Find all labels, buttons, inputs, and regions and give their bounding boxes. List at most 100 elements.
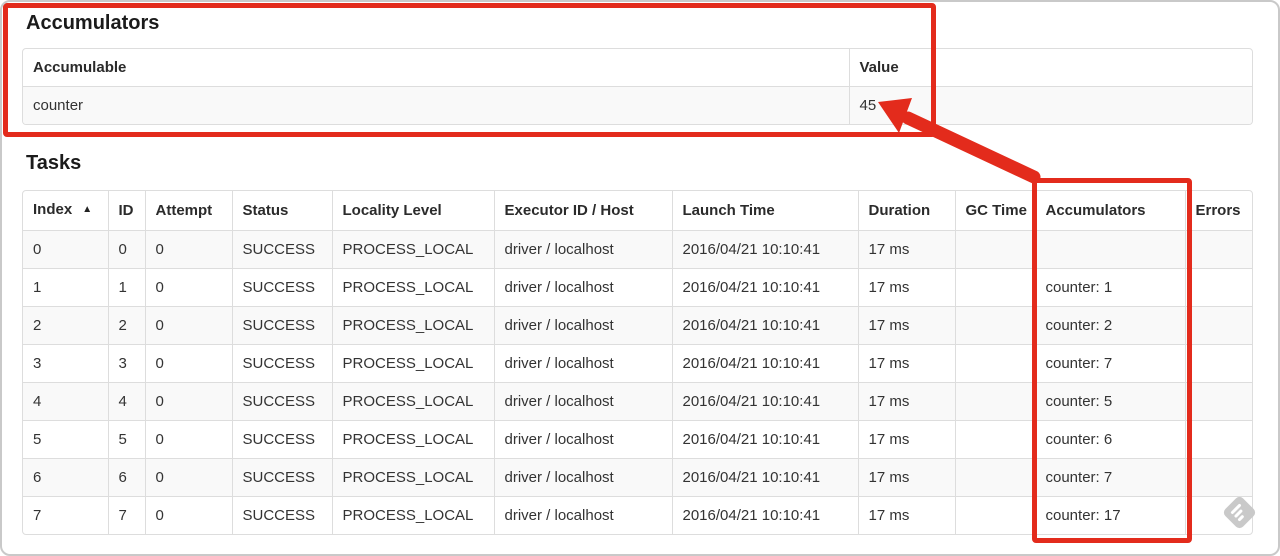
task-cell-accumulators: counter: 6 <box>1034 420 1185 459</box>
task-row: 2 2 0 SUCCESS PROCESS_LOCAL driver / localhos… <box>23 306 1252 345</box>
accumulators-summary-table: Accumulable Value counter 45 <box>22 48 1253 125</box>
task-cell-launch-time: 2016/04/21 10:10:41 <box>671 458 858 497</box>
task-cell-attempt: 0 <box>144 230 232 269</box>
accumulators-header-row: Accumulable Value <box>23 49 1252 87</box>
task-cell-attempt: 0 <box>144 344 232 383</box>
task-row: 7 7 0 SUCCESS PROCESS_LOCAL driver / localhos… <box>23 496 1252 534</box>
task-cell-id: 6 <box>107 458 145 497</box>
task-row: 5 5 0 SUCCESS PROCESS_LOCAL driver / localhos… <box>23 420 1252 459</box>
task-cell-gc-time <box>954 306 1035 345</box>
task-cell-gc-time <box>954 230 1035 269</box>
task-cell-launch-time: 2016/04/21 10:10:41 <box>671 420 858 459</box>
task-cell-errors <box>1184 268 1252 307</box>
task-cell-executor-id-host: driver / localhost <box>493 382 672 421</box>
column-header-attempt[interactable]: Attempt <box>144 191 232 231</box>
sort-ascending-icon: ▲ <box>82 204 93 215</box>
task-row: 0 0 0 SUCCESS PROCESS_LOCAL driver / localhos… <box>23 230 1252 269</box>
task-cell-locality-level: PROCESS_LOCAL <box>331 458 494 497</box>
task-cell-index: 7 <box>23 496 108 534</box>
task-cell-gc-time <box>954 458 1035 497</box>
task-cell-executor-id-host: driver / localhost <box>493 344 672 383</box>
task-cell-attempt: 0 <box>144 306 232 345</box>
task-cell-duration: 17 ms <box>857 382 955 421</box>
task-cell-attempt: 0 <box>144 496 232 534</box>
task-cell-index: 4 <box>23 382 108 421</box>
task-cell-status: SUCCESS <box>231 496 332 534</box>
task-cell-executor-id-host: driver / localhost <box>493 230 672 269</box>
task-cell-attempt: 0 <box>144 420 232 459</box>
column-header-accumulators[interactable]: Accumulators <box>1034 191 1185 231</box>
task-cell-executor-id-host: driver / localhost <box>493 420 672 459</box>
task-cell-accumulators: counter: 7 <box>1034 458 1185 497</box>
column-header-index[interactable]: Index ▲ <box>23 191 108 231</box>
task-cell-status: SUCCESS <box>231 268 332 307</box>
task-cell-index: 5 <box>23 420 108 459</box>
task-cell-status: SUCCESS <box>231 344 332 383</box>
task-cell-accumulators: counter: 7 <box>1034 344 1185 383</box>
task-cell-gc-time <box>954 382 1035 421</box>
column-header-status[interactable]: Status <box>231 191 332 231</box>
tasks-section-heading: Tasks <box>26 152 82 174</box>
accumulable-name-cell: counter <box>23 86 849 124</box>
task-cell-status: SUCCESS <box>231 458 332 497</box>
task-cell-index: 2 <box>23 306 108 345</box>
task-cell-locality-level: PROCESS_LOCAL <box>331 382 494 421</box>
task-cell-executor-id-host: driver / localhost <box>493 306 672 345</box>
task-cell-errors <box>1184 382 1252 421</box>
task-cell-status: SUCCESS <box>231 420 332 459</box>
tasks-table: Index ▲ ID Attempt Status Locality Level … <box>22 190 1253 535</box>
task-cell-errors <box>1184 306 1252 345</box>
task-cell-status: SUCCESS <box>231 230 332 269</box>
task-cell-errors <box>1184 344 1252 383</box>
column-header-duration[interactable]: Duration <box>857 191 955 231</box>
task-cell-gc-time <box>954 344 1035 383</box>
column-header-errors[interactable]: Errors <box>1184 191 1252 231</box>
task-cell-duration: 17 ms <box>857 230 955 269</box>
task-cell-errors <box>1184 230 1252 269</box>
task-cell-gc-time <box>954 496 1035 534</box>
task-cell-id: 2 <box>107 306 145 345</box>
task-cell-id: 0 <box>107 230 145 269</box>
tasks-table-body: 0 0 0 SUCCESS PROCESS_LOCAL driver / localhos… <box>23 230 1252 534</box>
column-header-value: Value <box>848 49 1252 87</box>
task-cell-duration: 17 ms <box>857 420 955 459</box>
column-header-gc-time[interactable]: GC Time <box>954 191 1035 231</box>
task-cell-index: 0 <box>23 230 108 269</box>
task-cell-executor-id-host: driver / localhost <box>493 268 672 307</box>
column-header-locality-level[interactable]: Locality Level <box>331 191 494 231</box>
task-cell-duration: 17 ms <box>857 306 955 345</box>
column-header-index-label: Index <box>33 201 73 218</box>
task-cell-index: 6 <box>23 458 108 497</box>
task-cell-id: 4 <box>107 382 145 421</box>
task-cell-accumulators: counter: 5 <box>1034 382 1185 421</box>
task-cell-launch-time: 2016/04/21 10:10:41 <box>671 382 858 421</box>
task-cell-errors <box>1184 420 1252 459</box>
column-header-id[interactable]: ID <box>107 191 145 231</box>
accumulators-section-heading: Accumulators <box>26 12 160 34</box>
task-cell-status: SUCCESS <box>231 306 332 345</box>
accumulable-value-cell: 45 <box>848 86 1252 124</box>
tasks-header-row: Index ▲ ID Attempt Status Locality Level … <box>23 191 1252 231</box>
task-cell-locality-level: PROCESS_LOCAL <box>331 344 494 383</box>
task-cell-attempt: 0 <box>144 268 232 307</box>
column-header-executor-id-host[interactable]: Executor ID / Host <box>493 191 672 231</box>
task-cell-attempt: 0 <box>144 382 232 421</box>
task-cell-locality-level: PROCESS_LOCAL <box>331 268 494 307</box>
task-cell-locality-level: PROCESS_LOCAL <box>331 306 494 345</box>
task-cell-duration: 17 ms <box>857 458 955 497</box>
column-header-launch-time[interactable]: Launch Time <box>671 191 858 231</box>
task-cell-accumulators: counter: 2 <box>1034 306 1185 345</box>
task-cell-status: SUCCESS <box>231 382 332 421</box>
task-cell-accumulators <box>1034 230 1185 269</box>
task-cell-launch-time: 2016/04/21 10:10:41 <box>671 306 858 345</box>
task-cell-locality-level: PROCESS_LOCAL <box>331 420 494 459</box>
task-row: 3 3 0 SUCCESS PROCESS_LOCAL driver / localhos… <box>23 344 1252 383</box>
task-row: 4 4 0 SUCCESS PROCESS_LOCAL driver / localhos… <box>23 382 1252 421</box>
task-cell-duration: 17 ms <box>857 268 955 307</box>
accumulator-row: counter 45 <box>23 86 1252 124</box>
task-cell-errors <box>1184 458 1252 497</box>
task-cell-launch-time: 2016/04/21 10:10:41 <box>671 344 858 383</box>
task-cell-id: 3 <box>107 344 145 383</box>
task-cell-accumulators: counter: 1 <box>1034 268 1185 307</box>
task-cell-id: 7 <box>107 496 145 534</box>
